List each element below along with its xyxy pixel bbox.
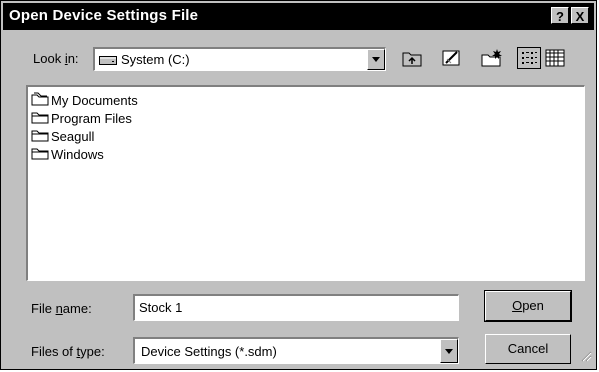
folder-icon: [31, 128, 49, 145]
new-folder-button[interactable]: [480, 47, 504, 69]
file-list[interactable]: My Documents Program Files Seagull Windo…: [26, 85, 585, 281]
file-type-dropdown-button[interactable]: [440, 339, 458, 363]
up-one-level-icon: [402, 52, 422, 67]
look-in-value: System (C:): [121, 52, 190, 67]
my-documents-folder-icon: [31, 92, 49, 109]
file-type-label: Files of type:: [31, 344, 105, 359]
help-button[interactable]: ?: [551, 7, 569, 24]
look-in-dropdown-button[interactable]: [367, 49, 385, 70]
desktop-icon: [442, 50, 460, 66]
file-name-input[interactable]: Stock 1: [133, 294, 459, 321]
dialog-title: Open Device Settings File: [9, 7, 199, 24]
file-name-value: Stock 1: [139, 300, 183, 315]
resize-grip-icon[interactable]: [580, 350, 592, 365]
file-type-combo[interactable]: Device Settings (*.sdm): [133, 337, 459, 364]
desktop-button[interactable]: [440, 47, 464, 69]
chevron-down-icon: [372, 57, 380, 62]
new-folder-icon: [481, 49, 502, 67]
close-button[interactable]: X: [571, 7, 589, 24]
cancel-button[interactable]: Cancel: [485, 334, 571, 364]
file-name-label: File name:: [31, 301, 92, 316]
list-view-icon: [522, 52, 537, 64]
title-bar[interactable]: Open Device Settings File ? X: [3, 3, 594, 30]
details-view-icon: [545, 49, 565, 67]
look-in-label: Look in:: [33, 51, 79, 66]
list-view-button[interactable]: [517, 47, 541, 69]
hard-drive-icon: [99, 54, 117, 69]
chevron-down-icon: [445, 349, 453, 354]
look-in-combo[interactable]: System (C:): [93, 47, 386, 71]
folder-icon: [31, 110, 49, 127]
open-button[interactable]: Open: [484, 290, 572, 322]
file-type-value: Device Settings (*.sdm): [141, 344, 277, 359]
details-view-button[interactable]: [543, 47, 567, 69]
up-one-level-button[interactable]: [400, 47, 424, 69]
open-file-dialog: Open Device Settings File ? X Look in: S…: [0, 0, 597, 370]
folder-icon: [31, 146, 49, 163]
